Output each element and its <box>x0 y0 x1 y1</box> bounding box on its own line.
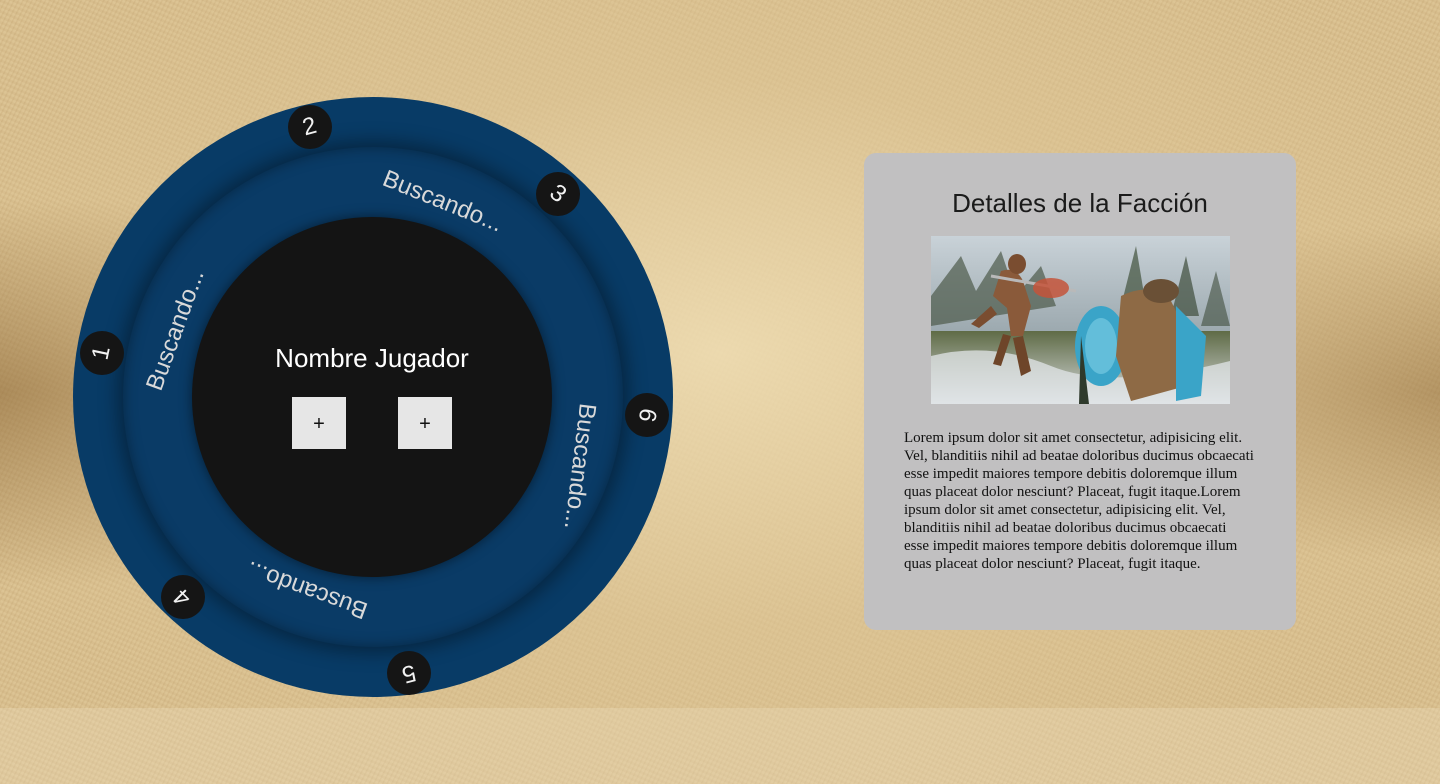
panel-title: Detalles de la Facción <box>952 188 1208 218</box>
background-band <box>0 708 1440 784</box>
slot-6-number: 6 <box>633 406 662 425</box>
slot-5-badge[interactable]: 5 <box>387 651 431 695</box>
battle-scene-illustration <box>931 236 1230 404</box>
slot-3-badge[interactable]: 3 <box>536 172 580 216</box>
player-name: Nombre Jugador <box>275 343 469 373</box>
slot-4-number: 4 <box>168 583 197 612</box>
slot-4-badge[interactable]: 4 <box>161 575 205 619</box>
faction-description: Lorem ipsum dolor sit amet consectetur, … <box>904 430 1254 572</box>
add-button-left[interactable]: + <box>292 397 346 449</box>
slot-2-badge[interactable]: 2 <box>288 105 332 149</box>
battle-scene-image <box>931 236 1230 404</box>
faction-wheel: Buscando... Buscando... Buscando... Busc… <box>73 97 673 697</box>
slot-1-badge[interactable]: 1 <box>80 331 124 375</box>
slot-5-number: 5 <box>399 658 420 689</box>
slot-6-badge[interactable]: 6 <box>625 393 669 437</box>
slot-1-number: 1 <box>86 343 117 363</box>
faction-details-panel: Detalles de la Facción Lorem ipsum dolor… <box>864 153 1296 630</box>
slot-2-number: 2 <box>299 111 320 142</box>
slot-3-number: 3 <box>544 178 572 209</box>
add-button-right[interactable]: + <box>398 397 452 449</box>
player-core: Nombre Jugador + + <box>192 217 552 577</box>
